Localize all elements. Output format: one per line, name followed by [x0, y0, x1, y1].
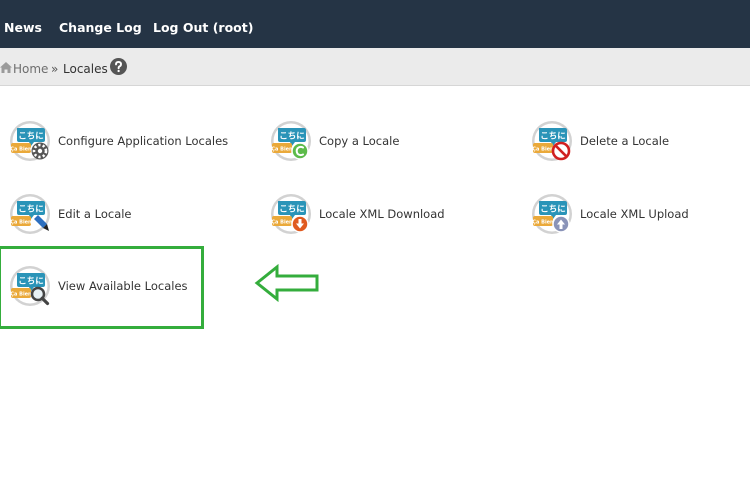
- tile-label: Locale XML Upload: [580, 207, 689, 221]
- tile-label: Copy a Locale: [319, 134, 400, 148]
- locale-download-icon: [269, 193, 313, 237]
- tile-edit-locale[interactable]: Edit a Locale: [8, 193, 208, 237]
- tile-label: Configure Application Locales: [58, 134, 229, 148]
- tile-label: Locale XML Download: [319, 207, 445, 221]
- question-circle-icon[interactable]: [110, 58, 127, 75]
- breadcrumb-separator: »: [51, 62, 59, 76]
- tile-label: Edit a Locale: [58, 207, 132, 221]
- breadcrumb: Home » Locales: [0, 48, 750, 86]
- locale-copy-icon: [269, 120, 313, 164]
- top-nav-bar: News Change Log Log Out (root): [0, 0, 750, 48]
- tile-delete-locale[interactable]: Delete a Locale: [530, 120, 730, 164]
- locale-upload-icon: [530, 193, 574, 237]
- home-icon[interactable]: [0, 62, 12, 73]
- locale-delete-icon: [530, 120, 574, 164]
- tile-xml-upload[interactable]: Locale XML Upload: [530, 193, 730, 237]
- tile-label: Delete a Locale: [580, 134, 670, 148]
- locale-configure-icon: [8, 120, 52, 164]
- nav-change-log[interactable]: Change Log: [59, 20, 142, 35]
- breadcrumb-current: Locales: [63, 62, 108, 76]
- left-arrow-annotation-icon: [254, 264, 319, 302]
- nav-log-out[interactable]: Log Out (root): [153, 20, 253, 35]
- highlight-box: [0, 246, 204, 329]
- tile-xml-download[interactable]: Locale XML Download: [269, 193, 469, 237]
- breadcrumb-home-link[interactable]: Home: [13, 62, 48, 76]
- nav-news[interactable]: News: [4, 20, 42, 35]
- tile-copy-locale[interactable]: Copy a Locale: [269, 120, 469, 164]
- locale-edit-icon: [8, 193, 52, 237]
- tile-configure-locales[interactable]: Configure Application Locales: [8, 120, 248, 164]
